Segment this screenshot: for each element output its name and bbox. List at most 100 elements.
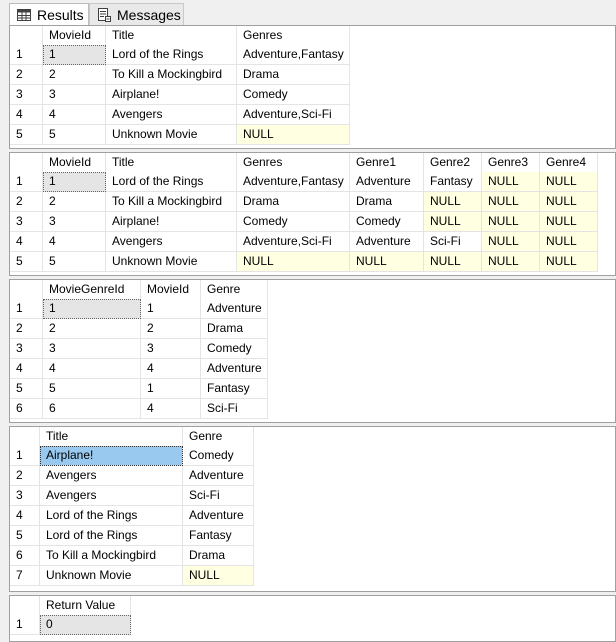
- table-cell[interactable]: 1: [141, 379, 201, 399]
- table-cell[interactable]: Avengers: [40, 486, 183, 506]
- table-cell[interactable]: Avengers: [40, 466, 183, 486]
- table-row[interactable]: 4 Lord of the Rings Adventure: [10, 506, 254, 526]
- table-cell[interactable]: Fantasy: [201, 379, 268, 399]
- table-row[interactable]: 5 5 1 Fantasy: [10, 379, 268, 399]
- table-cell[interactable]: Adventure: [183, 506, 254, 526]
- table-cell[interactable]: 2: [43, 192, 106, 212]
- table-row[interactable]: 4 4 Avengers Adventure,Sci-Fi: [10, 105, 350, 125]
- table-cell[interactable]: Adventure: [350, 172, 424, 192]
- table-cell[interactable]: Adventure,Sci-Fi: [237, 105, 350, 125]
- row-number[interactable]: 3: [10, 212, 43, 232]
- table-cell[interactable]: Fantasy: [424, 172, 482, 192]
- table-row[interactable]: 7 Unknown Movie NULL: [10, 566, 254, 586]
- table-cell[interactable]: Lord of the Rings: [106, 45, 237, 65]
- table-cell[interactable]: Lord of the Rings: [40, 506, 183, 526]
- column-header[interactable]: Genre3: [482, 153, 540, 173]
- tab-results[interactable]: Results: [9, 3, 89, 25]
- table-cell[interactable]: 4: [43, 105, 106, 125]
- table-row[interactable]: 3 3 Airplane! Comedy Comedy NULL NULL NULL: [10, 212, 598, 232]
- table-cell[interactable]: Unknown Movie: [106, 125, 237, 145]
- table-cell[interactable]: Adventure: [201, 299, 268, 319]
- table-row[interactable]: 3 3 Airplane! Comedy: [10, 85, 350, 105]
- row-number[interactable]: 4: [10, 359, 43, 379]
- null-cell[interactable]: NULL: [482, 232, 540, 252]
- table-row[interactable]: 4 4 Avengers Adventure,Sci-Fi Adventure Sci-F…: [10, 232, 598, 252]
- null-cell[interactable]: NULL: [482, 192, 540, 212]
- table-cell[interactable]: Drama: [350, 192, 424, 212]
- table-cell[interactable]: Unknown Movie: [40, 566, 183, 586]
- column-header[interactable]: MovieId: [43, 26, 106, 46]
- table-cell[interactable]: 1: [43, 45, 106, 65]
- table-cell[interactable]: 5: [43, 252, 106, 272]
- table-cell[interactable]: 6: [43, 399, 141, 419]
- null-cell[interactable]: NULL: [424, 212, 482, 232]
- row-number[interactable]: 1: [10, 615, 40, 635]
- table-cell[interactable]: Sci-Fi: [424, 232, 482, 252]
- table-cell[interactable]: 2: [43, 65, 106, 85]
- table-cell[interactable]: 5: [43, 379, 141, 399]
- table-cell[interactable]: Comedy: [350, 212, 424, 232]
- null-cell[interactable]: NULL: [482, 212, 540, 232]
- table-row[interactable]: 10: [10, 615, 131, 635]
- table-row[interactable]: 5 5 Unknown Movie NULL: [10, 125, 350, 145]
- table-cell[interactable]: 4: [43, 232, 106, 252]
- table-cell[interactable]: 2: [141, 319, 201, 339]
- column-header[interactable]: Genre: [201, 280, 268, 300]
- null-cell[interactable]: NULL: [237, 252, 350, 272]
- column-header[interactable]: Title: [106, 153, 237, 173]
- table-cell[interactable]: Lord of the Rings: [40, 526, 183, 546]
- column-header[interactable]: Genre1: [350, 153, 424, 173]
- table-cell[interactable]: Airplane!: [106, 85, 237, 105]
- null-cell[interactable]: NULL: [424, 192, 482, 212]
- null-cell[interactable]: NULL: [540, 232, 598, 252]
- null-cell[interactable]: NULL: [424, 252, 482, 272]
- row-number[interactable]: 5: [10, 379, 43, 399]
- row-number[interactable]: 3: [10, 486, 40, 506]
- table-cell[interactable]: Adventure,Fantasy: [237, 45, 350, 65]
- row-number[interactable]: 5: [10, 125, 43, 145]
- table-row[interactable]: 2 Avengers Adventure: [10, 466, 254, 486]
- column-header[interactable]: Genre2: [424, 153, 482, 173]
- column-header[interactable]: MovieId: [43, 153, 106, 173]
- table-cell[interactable]: Avengers: [106, 232, 237, 252]
- table-row[interactable]: 1 1 1 Adventure: [10, 299, 268, 319]
- row-number[interactable]: 3: [10, 85, 43, 105]
- null-cell[interactable]: NULL: [482, 172, 540, 192]
- table-cell[interactable]: 4: [43, 359, 141, 379]
- null-cell[interactable]: NULL: [540, 172, 598, 192]
- row-number[interactable]: 2: [10, 466, 40, 486]
- table-cell[interactable]: 3: [43, 85, 106, 105]
- column-header[interactable]: Title: [106, 26, 237, 46]
- table-cell[interactable]: 1: [43, 172, 106, 192]
- corner-cell[interactable]: [10, 26, 43, 46]
- row-number[interactable]: 4: [10, 232, 43, 252]
- table-cell[interactable]: Adventure,Sci-Fi: [237, 232, 350, 252]
- table-cell[interactable]: Sci-Fi: [183, 486, 254, 506]
- column-header[interactable]: MovieId: [141, 280, 201, 300]
- null-cell[interactable]: NULL: [482, 252, 540, 272]
- corner-cell[interactable]: [10, 280, 43, 300]
- table-cell[interactable]: Comedy: [201, 339, 268, 359]
- column-header[interactable]: Genres: [237, 26, 350, 46]
- table-cell[interactable]: Adventure: [183, 466, 254, 486]
- table-cell[interactable]: Sci-Fi: [201, 399, 268, 419]
- table-cell[interactable]: 0: [40, 615, 131, 635]
- column-header[interactable]: Return Value: [40, 596, 131, 616]
- row-number[interactable]: 1: [10, 299, 43, 319]
- column-header[interactable]: Title: [40, 427, 183, 447]
- null-cell[interactable]: NULL: [183, 566, 254, 586]
- table-row[interactable]: 2 2 To Kill a Mockingbird Drama: [10, 65, 350, 85]
- table-row[interactable]: 2 2 To Kill a Mockingbird Drama Drama NULL NUL…: [10, 192, 598, 212]
- table-cell[interactable]: 4: [141, 359, 201, 379]
- table-cell[interactable]: Avengers: [106, 105, 237, 125]
- table-row[interactable]: 5 5 Unknown Movie NULL NULL NULL NULL NULL: [10, 252, 598, 272]
- table-row[interactable]: 1 Airplane! Comedy: [10, 446, 254, 466]
- table-cell[interactable]: Adventure: [350, 232, 424, 252]
- table-row[interactable]: 1 1 Lord of the Rings Adventure,Fantasy Adve…: [10, 172, 598, 192]
- corner-cell[interactable]: [10, 596, 40, 616]
- table-cell[interactable]: 5: [43, 125, 106, 145]
- table-cell[interactable]: Drama: [237, 192, 350, 212]
- null-cell[interactable]: NULL: [237, 125, 350, 145]
- table-cell[interactable]: Airplane!: [106, 212, 237, 232]
- column-header[interactable]: Genre4: [540, 153, 598, 173]
